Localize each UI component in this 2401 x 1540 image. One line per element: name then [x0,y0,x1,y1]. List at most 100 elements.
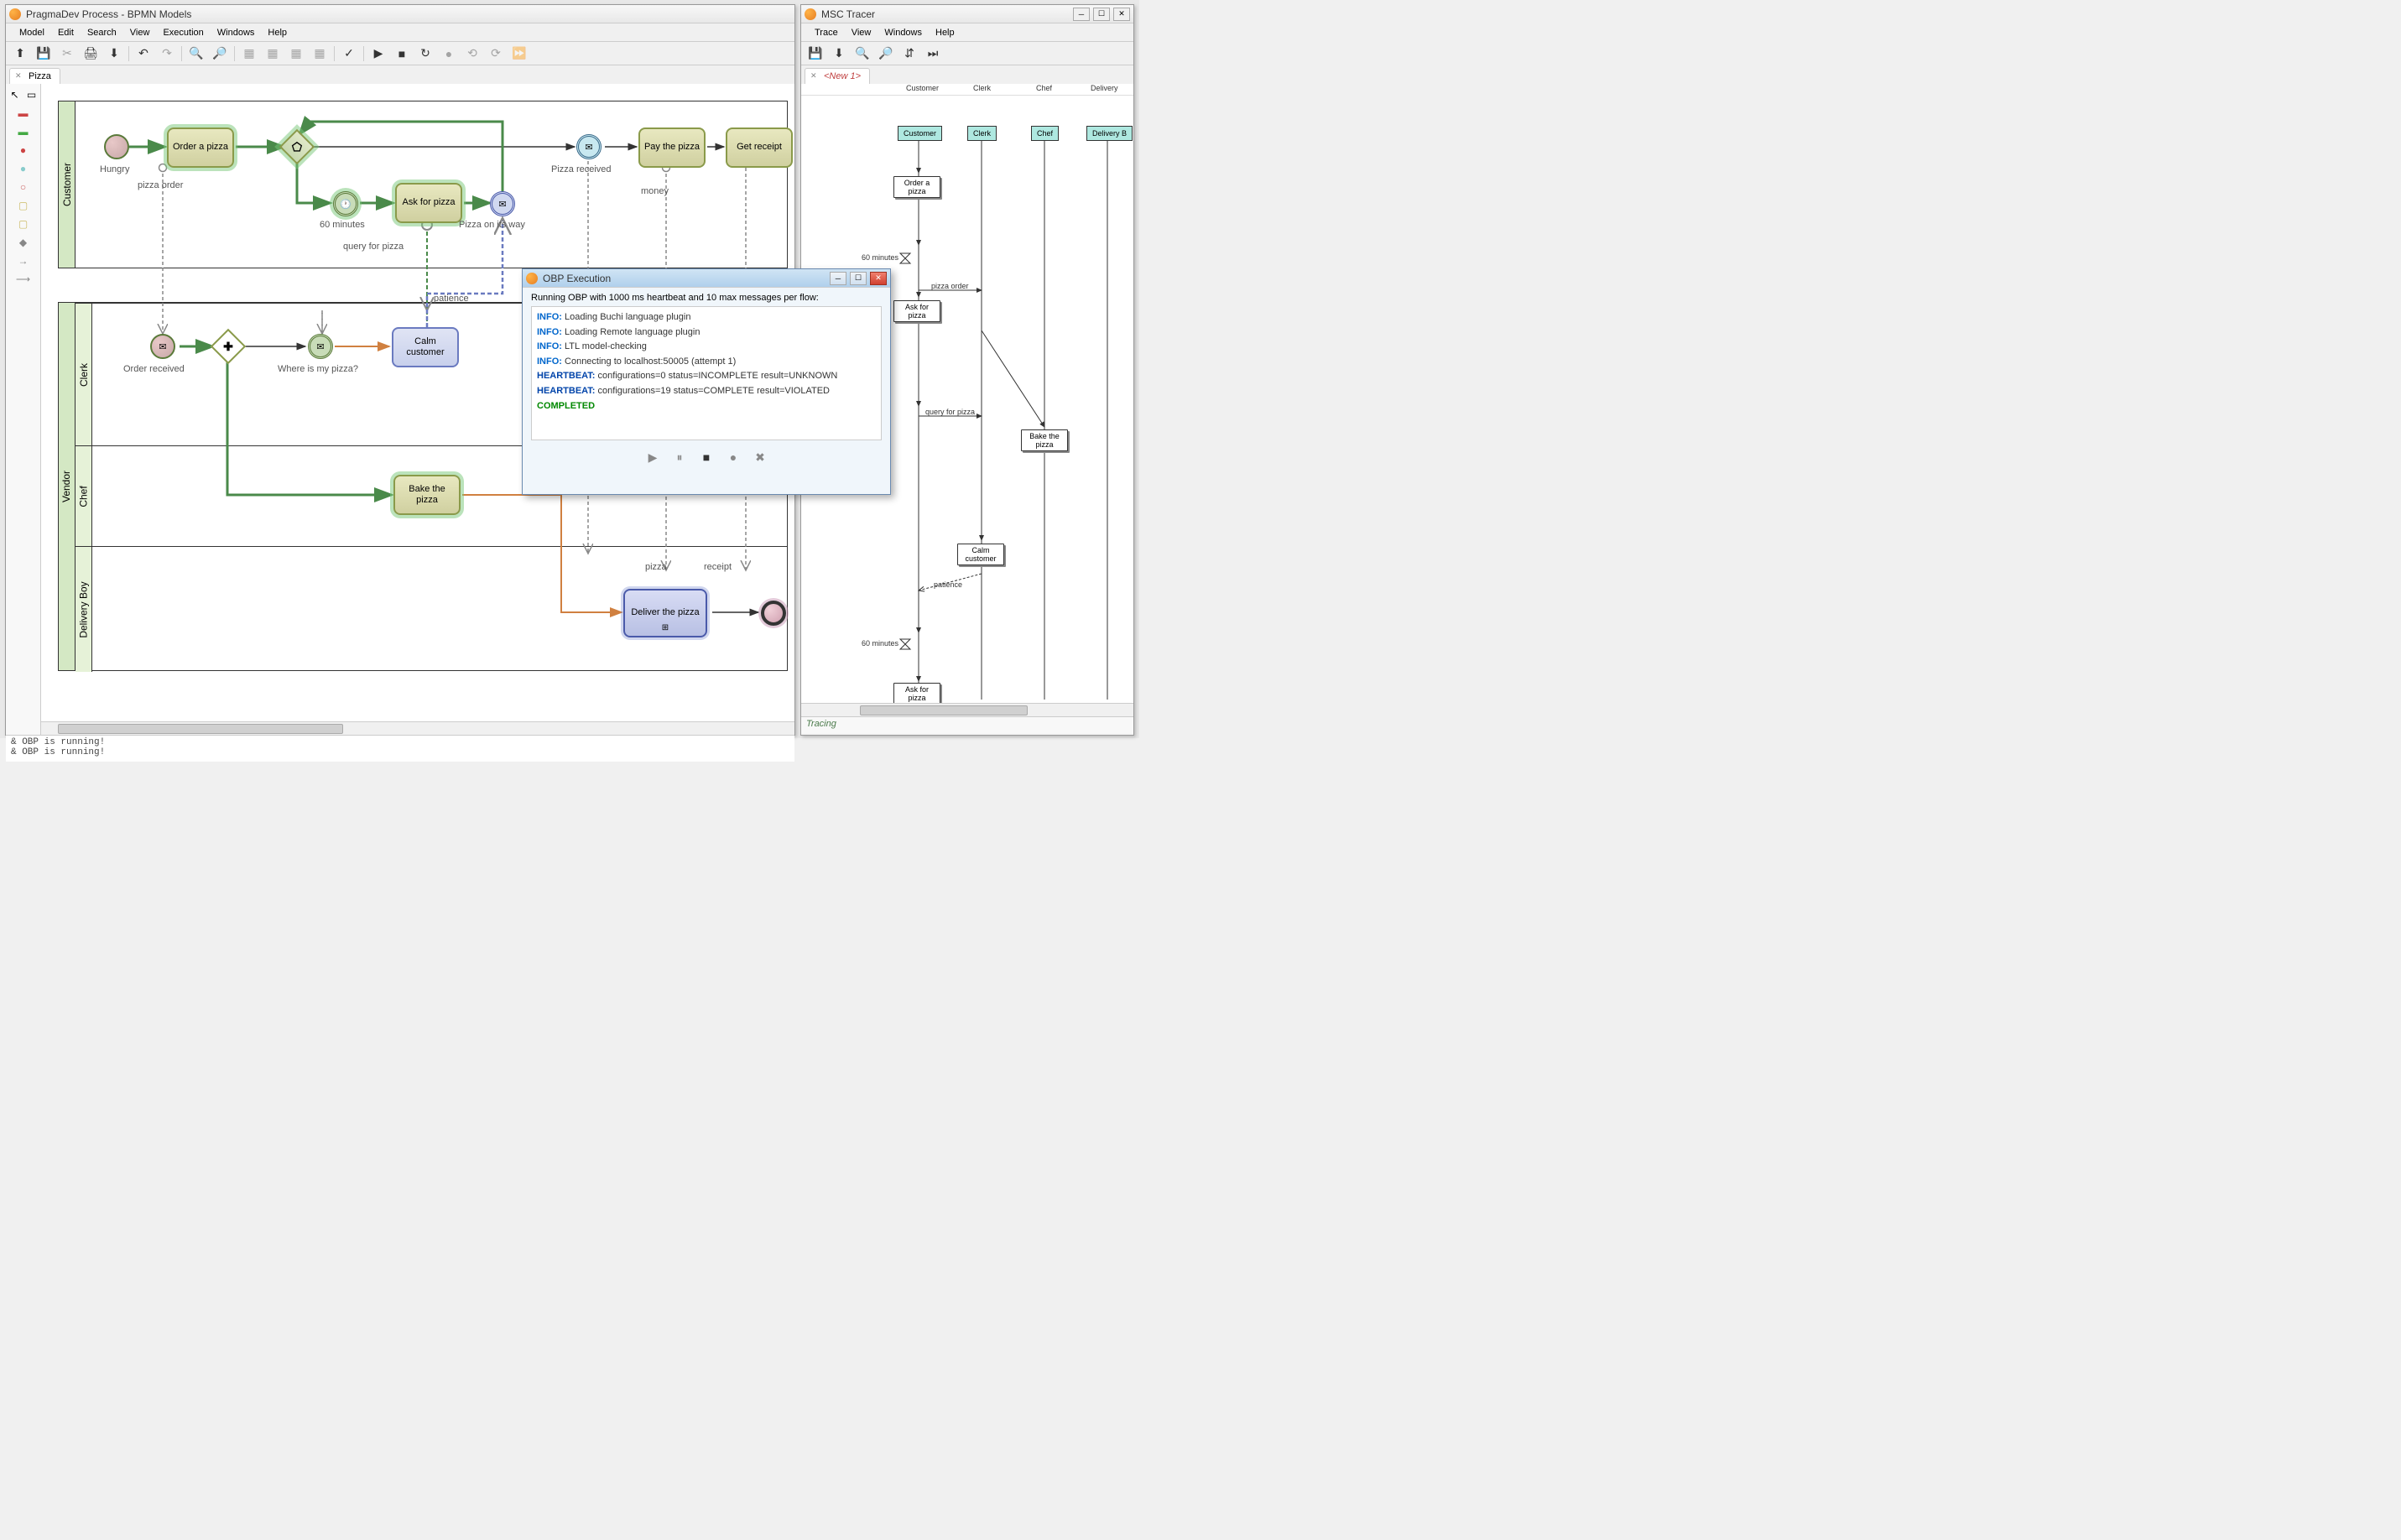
flow-tool-icon[interactable]: → [16,253,31,268]
intermediate-event-tool-icon[interactable]: ● [16,161,31,176]
menu-edit[interactable]: Edit [51,26,81,39]
stop-icon[interactable]: ■ [393,44,411,63]
lifeline-clerk[interactable]: Clerk [967,126,997,141]
tracer-min-button[interactable]: ─ [1073,8,1090,21]
menu-model[interactable]: Model [13,26,51,39]
event-order-received[interactable]: ✉ [150,334,175,359]
validate-icon[interactable]: ✓ [340,44,358,63]
menu-trace[interactable]: Trace [808,26,845,39]
tr-msg-calm[interactable]: Calm customer [957,544,1004,565]
tr-pizza-order: pizza order [931,282,969,290]
redo-icon[interactable]: ↷ [158,44,176,63]
menu-help[interactable]: Help [261,26,294,39]
tracer-step-icon[interactable]: ⏭ [924,44,942,63]
lane-tool-icon[interactable]: ▬ [16,124,31,139]
task-tool-icon[interactable]: ▢ [16,198,31,213]
menu-execution[interactable]: Execution [156,26,210,39]
up-icon[interactable]: ⬆ [11,44,29,63]
obp-close-button[interactable]: ✕ [870,272,887,285]
export-icon[interactable]: ⬇ [105,44,123,63]
tr-msg-ask2[interactable]: Ask for pizza [893,683,940,703]
obp-record-icon[interactable]: ● [725,449,742,466]
tracer-zoom-out-icon[interactable]: 🔎 [877,44,895,63]
subprocess-tool-icon[interactable]: ▢ [16,216,31,232]
tracer-close-button[interactable]: ✕ [1113,8,1130,21]
loop-icon[interactable]: ↻ [416,44,435,63]
obp-min-button[interactable]: ─ [830,272,846,285]
label-pizza-on-way: Pizza on its way [459,220,525,230]
tab-close-icon[interactable]: ✕ [15,71,25,81]
tracer-hscroll[interactable] [801,703,1133,716]
record-icon[interactable]: ● [440,44,458,63]
msg-patience: patience [434,294,469,304]
tracer-app-icon [805,8,816,20]
task-get-receipt[interactable]: Get receipt [726,127,793,168]
end-event-tool-icon[interactable]: ○ [16,179,31,195]
msg-pizza: pizza [645,562,667,572]
task-deliver-pizza[interactable]: Deliver the pizza⊞ [623,589,707,637]
tracer-fit-icon[interactable]: ⇵ [900,44,919,63]
tr-msg-ask[interactable]: Ask for pizza [893,300,940,322]
event-pizza-on-way[interactable]: ✉ [490,191,515,216]
canvas-hscroll[interactable] [41,721,794,735]
tracer-zoom-in-icon[interactable]: 🔍 [853,44,872,63]
start-event-tool-icon[interactable]: ● [16,143,31,158]
connector-tool-icon[interactable]: ⟶ [16,272,31,287]
task-calm-customer[interactable]: Calm customer [392,327,459,367]
step-back-icon[interactable]: ⟲ [463,44,482,63]
tr-msg-order[interactable]: Order a pizza [893,176,940,198]
main-titlebar[interactable]: PragmaDev Process - BPMN Models [6,5,794,23]
obp-max-button[interactable]: ☐ [850,272,867,285]
obp-titlebar[interactable]: OBP Execution ─ ☐ ✕ [523,269,890,288]
start-event-hungry[interactable] [104,134,129,159]
label-60min: 60 minutes [320,220,365,230]
pool-tool-icon[interactable]: ▬ [16,106,31,121]
menu-search[interactable]: Search [81,26,123,39]
obp-cancel-icon[interactable]: ✖ [752,449,768,466]
menu-tracer-view[interactable]: View [845,26,878,39]
event-where-pizza[interactable]: ✉ [308,334,333,359]
play-icon[interactable]: ▶ [369,44,388,63]
select-icon[interactable]: ▭ [24,87,39,102]
step-fwd-icon[interactable]: ⟳ [487,44,505,63]
obp-output[interactable]: INFO: Loading Buchi language plugin INFO… [531,306,882,440]
timer-60min[interactable]: 🕐 [333,191,358,216]
tr-msg-bake[interactable]: Bake the pizza [1021,429,1068,451]
tracer-tab[interactable]: ✕ <New 1> [805,68,870,84]
tracer-export-icon[interactable]: ⬇ [830,44,848,63]
menu-view[interactable]: View [123,26,157,39]
gateway-tool-icon[interactable]: ◆ [16,235,31,250]
align-right-icon[interactable]: ▦ [287,44,305,63]
obp-pause-icon[interactable]: ⏸ [671,449,688,466]
obp-play-icon[interactable]: ▶ [644,449,661,466]
tracer-tab-close-icon[interactable]: ✕ [810,71,820,81]
lifeline-chef[interactable]: Chef [1031,126,1059,141]
save-icon[interactable]: 💾 [34,44,53,63]
undo-icon[interactable]: ↶ [134,44,153,63]
align-top-icon[interactable]: ▦ [310,44,329,63]
tracer-save-icon[interactable]: 💾 [806,44,825,63]
tracer-titlebar[interactable]: MSC Tracer ─ ☐ ✕ [801,5,1133,23]
task-ask-pizza[interactable]: Ask for pizza [395,183,462,223]
pointer-icon[interactable]: ↖ [8,87,23,102]
zoom-in-icon[interactable]: 🔍 [187,44,206,63]
fast-icon[interactable]: ⏩ [510,44,529,63]
align-left-icon[interactable]: ▦ [240,44,258,63]
task-order-pizza[interactable]: Order a pizza [167,127,234,168]
tab-pizza[interactable]: ✕ Pizza [9,68,60,84]
event-pizza-received[interactable]: ✉ [576,134,602,159]
print-icon[interactable]: 🖨 [81,44,100,63]
menu-tracer-windows[interactable]: Windows [878,26,929,39]
cut-icon[interactable]: ✂ [58,44,76,63]
obp-stop-icon[interactable]: ■ [698,449,715,466]
tracer-max-button[interactable]: ☐ [1093,8,1110,21]
menu-windows[interactable]: Windows [211,26,262,39]
align-center-icon[interactable]: ▦ [263,44,282,63]
task-bake-pizza[interactable]: Bake the pizza [393,475,461,515]
lifeline-delivery[interactable]: Delivery B [1086,126,1133,141]
lifeline-customer[interactable]: Customer [898,126,942,141]
end-event[interactable] [761,601,786,626]
zoom-out-icon[interactable]: 🔎 [211,44,229,63]
task-pay-pizza[interactable]: Pay the pizza [638,127,706,168]
menu-tracer-help[interactable]: Help [929,26,961,39]
